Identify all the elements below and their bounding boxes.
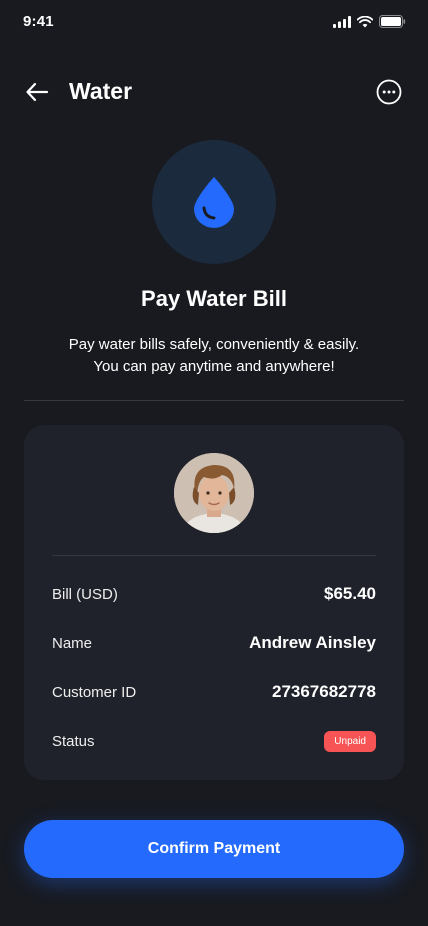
more-options-button[interactable]	[376, 79, 402, 105]
status-time: 9:41	[23, 13, 54, 30]
customer-id-label: Customer ID	[52, 683, 137, 701]
status-icons	[333, 15, 406, 33]
battery-icon	[379, 15, 406, 33]
page-title: Water	[69, 78, 133, 104]
back-button[interactable]	[24, 80, 50, 104]
customer-name: Andrew Ainsley	[249, 633, 376, 652]
status-badge: Unpaid	[324, 730, 376, 752]
status-row: Status Unpaid	[52, 727, 376, 755]
hero-description-line-2: You can pay anytime and anywhere!	[93, 358, 335, 375]
hero-icon-circle	[152, 140, 276, 264]
water-bill-screen: 9:41 Water Pay Water Bill Pay water bill…	[0, 0, 428, 926]
card-divider	[52, 555, 376, 556]
status-bar: 9:41	[0, 0, 428, 44]
customer-id-row: Customer ID 27367682778	[52, 678, 376, 706]
name-row: Name Andrew Ainsley	[52, 629, 376, 657]
bill-row: Bill (USD) $65.40	[52, 580, 376, 608]
status-label: Status	[52, 732, 95, 750]
header: Water	[0, 68, 428, 116]
hero-description-line-1: Pay water bills safely, conveniently & e…	[68, 336, 360, 353]
more-circle-icon	[376, 79, 402, 105]
hero-title: Pay Water Bill	[141, 286, 287, 311]
water-drop-icon	[194, 177, 234, 228]
bill-label: Bill (USD)	[52, 585, 118, 603]
customer-id-value: 27367682778	[271, 682, 376, 701]
divider	[24, 400, 404, 401]
cellular-signal-icon	[333, 15, 351, 33]
hero-description: Pay water bills safely, conveniently & e…	[0, 334, 428, 378]
avatar-image	[174, 453, 254, 533]
bill-card: Bill (USD) $65.40 Name Andrew Ainsley Cu…	[24, 425, 404, 780]
avatar	[174, 453, 254, 533]
wifi-icon	[356, 15, 374, 33]
arrow-left-icon	[26, 82, 49, 102]
bill-amount: $65.40	[324, 584, 376, 603]
name-label: Name	[52, 634, 93, 652]
confirm-payment-button[interactable]: Confirm Payment	[24, 820, 404, 878]
